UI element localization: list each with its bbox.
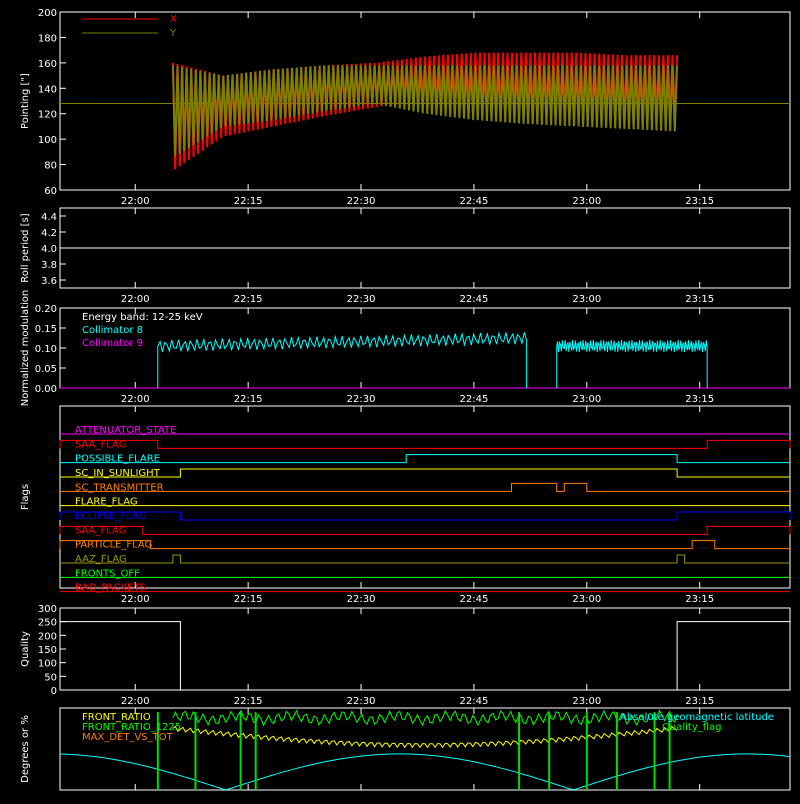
quality-line xyxy=(60,621,790,691)
x-tick-label-4-2: 22:30 xyxy=(347,696,376,707)
legend-collimator8: Collimator 8 xyxy=(82,325,143,336)
y-tick-label-0-2: 100 xyxy=(38,135,57,146)
y-tick-label-2-1: 0.05 xyxy=(35,364,57,375)
flag-label-6: ECLIPSE_FLAG xyxy=(75,511,146,522)
x-tick-label-3-2: 22:30 xyxy=(347,594,376,605)
y-tick-label-4-5: 250 xyxy=(38,618,57,629)
y-tick-label-1-4: 4.4 xyxy=(41,212,57,223)
x-tick-label-3-4: 23:00 xyxy=(572,594,601,605)
x-tick-label-3-5: 23:15 xyxy=(685,594,714,605)
y-axis-label-3: Flags xyxy=(20,484,31,510)
y-tick-label-0-1: 80 xyxy=(44,161,57,172)
y-tick-label-0-0: 60 xyxy=(44,186,57,197)
legend-collimator9: Collimator 9 xyxy=(82,338,143,349)
flag-line-8 xyxy=(59,540,790,550)
x-tick-label-4-0: 22:00 xyxy=(121,696,150,707)
flag-line-6 xyxy=(59,511,791,521)
x-tick-label-4-4: 23:00 xyxy=(572,696,601,707)
x-tick-label-0-4: 23:00 xyxy=(572,196,601,207)
x-tick-label-2-0: 22:00 xyxy=(121,394,150,405)
x-tick-label-3-0: 22:00 xyxy=(121,594,150,605)
x-tick-label-3-3: 22:45 xyxy=(460,594,489,605)
y-tick-label-2-3: 0.15 xyxy=(35,324,57,335)
x-tick-label-0-3: 22:45 xyxy=(460,196,489,207)
flag-line-1 xyxy=(59,439,791,449)
y-axis-label-4: Quality xyxy=(20,631,31,667)
y-axis-label-1: Roll period [s] xyxy=(20,213,31,282)
flag-label-1: SAA_FLAG xyxy=(75,439,126,450)
latitude-series xyxy=(59,753,791,791)
y-tick-label-4-6: 300 xyxy=(38,604,57,615)
flag-line-9 xyxy=(60,554,790,564)
x-tick-label-2-2: 22:30 xyxy=(347,394,376,405)
x-tick-label-1-0: 22:00 xyxy=(121,294,150,305)
x-tick-label-1-2: 22:30 xyxy=(347,294,376,305)
pointing-series-Y xyxy=(171,65,679,157)
collimator8-segment-0 xyxy=(157,331,528,388)
legend-max-det: MAX_DET_VS_TOT xyxy=(82,732,174,743)
legend-quality-flag: Quality_flag xyxy=(662,722,722,733)
x-tick-label-2-4: 23:00 xyxy=(572,394,601,405)
x-tick-label-2-3: 22:45 xyxy=(460,394,489,405)
flag-line-2 xyxy=(60,454,790,464)
y-tick-label-0-4: 140 xyxy=(38,84,57,95)
y-axis-label-0: Pointing ["] xyxy=(20,73,31,129)
flag-line-4 xyxy=(60,482,790,492)
x-tick-label-1-5: 23:15 xyxy=(685,294,714,305)
x-tick-label-0-1: 22:15 xyxy=(234,196,263,207)
y-tick-label-4-1: 50 xyxy=(44,672,57,683)
x-tick-label-2-1: 22:15 xyxy=(234,394,263,405)
y-tick-label-0-6: 180 xyxy=(38,33,57,44)
collimator8-segment-1 xyxy=(556,339,708,388)
flag-line-3 xyxy=(60,468,790,478)
y-tick-label-4-2: 100 xyxy=(38,659,57,670)
x-tick-label-1-3: 22:45 xyxy=(460,294,489,305)
x-tick-label-1-4: 23:00 xyxy=(572,294,601,305)
front-ratio-1225-series xyxy=(172,725,678,749)
x-tick-label-4-3: 22:45 xyxy=(460,696,489,707)
x-tick-label-4-1: 22:15 xyxy=(234,696,263,707)
y-tick-label-2-4: 0.20 xyxy=(35,304,57,315)
x-tick-label-0-0: 22:00 xyxy=(121,196,150,207)
y-tick-label-4-4: 200 xyxy=(38,631,57,642)
y-tick-label-4-3: 150 xyxy=(38,645,57,656)
y-tick-label-2-0: 0.00 xyxy=(35,384,57,395)
y-axis-label-2: Normalized modulation xyxy=(20,290,31,407)
x-tick-label-0-2: 22:30 xyxy=(347,196,376,207)
y-tick-label-1-3: 4.2 xyxy=(41,228,57,239)
flag-label-7: SAA_FLAG xyxy=(75,525,126,536)
chart-svg: 22:00 22:15 22:30 22:45 23:00 23:15 22:00 22:15… xyxy=(20,8,791,791)
x-tick-label-1-1: 22:15 xyxy=(234,294,263,305)
y-tick-label-1-2: 4.0 xyxy=(41,244,57,255)
x-tick-label-2-5: 23:15 xyxy=(685,394,714,405)
legend-label-x: X xyxy=(170,14,177,25)
x-tick-label-3-1: 22:15 xyxy=(234,594,263,605)
y-axis-label-5: Degrees or % xyxy=(20,715,31,783)
legend-label-y: Y xyxy=(169,28,177,39)
energy-band-title: Energy band: 12-25 keV xyxy=(82,312,203,323)
y-tick-label-0-3: 120 xyxy=(38,110,57,121)
y-tick-label-0-7: 200 xyxy=(38,8,57,19)
flag-label-8: PARTICLE_FLAG xyxy=(75,540,152,551)
chart-canvas: 22:00 22:15 22:30 22:45 23:00 23:15 22:00 22:15… xyxy=(0,0,800,800)
y-tick-label-1-0: 3.6 xyxy=(41,276,57,287)
x-tick-label-0-5: 23:15 xyxy=(685,196,714,207)
y-tick-label-2-2: 0.10 xyxy=(35,344,57,355)
y-tick-label-1-1: 3.8 xyxy=(41,260,57,271)
y-tick-label-4-0: 0 xyxy=(51,686,57,697)
x-tick-label-4-5: 23:15 xyxy=(685,696,714,707)
y-tick-label-0-5: 160 xyxy=(38,59,57,70)
flag-line-7 xyxy=(59,525,791,535)
panel-frame-4 xyxy=(59,607,791,691)
